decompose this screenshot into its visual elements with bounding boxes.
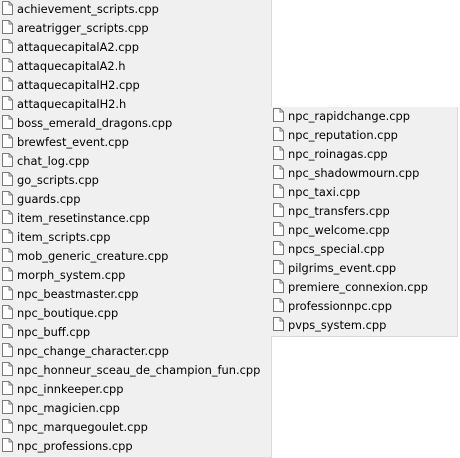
file-name: achievement_scripts.cpp (17, 2, 159, 16)
file-name: npc_magicien.cpp (17, 401, 120, 415)
file-name: npc_marquegoulet.cpp (17, 420, 148, 434)
file-name: npc_roinagas.cpp (288, 147, 388, 161)
file-name: npc_reputation.cpp (288, 128, 398, 142)
file-name: npc_professions.cpp (17, 439, 133, 453)
file-name: chat_log.cpp (17, 154, 90, 168)
file-icon (2, 419, 13, 433)
file-name: areatrigger_scripts.cpp (17, 21, 149, 35)
file-icon (273, 146, 284, 160)
file-name: npc_change_character.cpp (17, 344, 169, 358)
file-icon (2, 343, 13, 357)
file-name: mob_generic_creature.cpp (17, 249, 169, 263)
file-name: attaquecapitalA2.h (17, 59, 126, 73)
file-icon (2, 115, 13, 129)
file-icon (2, 438, 13, 452)
file-name: npc_transfers.cpp (288, 204, 390, 218)
file-name: npc_buff.cpp (17, 325, 91, 339)
file-icon (2, 1, 13, 15)
file-name: npc_taxi.cpp (288, 185, 361, 199)
file-list-left: achievement_scripts.cpp areatrigger_scrip… (0, 0, 272, 458)
file-name: brewfest_event.cpp (17, 135, 129, 149)
file-icon (273, 279, 284, 293)
file-name: npc_honneur_sceau_de_champion_fun.cpp (17, 363, 261, 377)
file-icon (2, 362, 13, 376)
file-name: npc_shadowmourn.cpp (288, 166, 420, 180)
file-icon (273, 127, 284, 141)
file-list-right: npc_rapidchange.cpp npc_reputation.cppnpc… (271, 107, 458, 337)
file-icon (2, 134, 13, 148)
file-icon (2, 39, 13, 53)
file-icon (2, 191, 13, 205)
file-icon (2, 381, 13, 395)
file-name: npc_innkeeper.cpp (17, 382, 124, 396)
file-name: npc_beastmaster.cpp (17, 287, 139, 301)
file-icon (2, 286, 13, 300)
file-icon (2, 20, 13, 34)
file-icon (273, 317, 284, 331)
file-icon (273, 222, 284, 236)
file-icon (2, 58, 13, 72)
file-name: item_resetinstance.cpp (17, 211, 150, 225)
file-icon (273, 203, 284, 217)
file-name: attaquecapitalH2.cpp (17, 78, 140, 92)
file-name: npc_boutique.cpp (17, 306, 119, 320)
file-icon (273, 241, 284, 255)
file-icon (2, 153, 13, 167)
file-icon (2, 400, 13, 414)
file-name: professionnpc.cpp (288, 299, 392, 313)
file-icon (2, 229, 13, 243)
file-icon (2, 267, 13, 281)
file-icon (2, 305, 13, 319)
file-icon (2, 96, 13, 110)
file-name: item_scripts.cpp (17, 230, 111, 244)
file-name: attaquecapitalH2.h (17, 97, 127, 111)
file-name: npcs_special.cpp (288, 242, 385, 256)
file-icon (273, 108, 284, 122)
file-name: pvps_system.cpp (288, 318, 387, 332)
file-name: npc_rapidchange.cpp (288, 109, 410, 123)
file-name: go_scripts.cpp (17, 173, 99, 187)
file-icon (273, 298, 284, 312)
file-icon (273, 260, 284, 274)
file-name: premiere_connexion.cpp (288, 280, 428, 294)
file-name: guards.cpp (17, 192, 81, 206)
file-name: boss_emerald_dragons.cpp (17, 116, 173, 130)
file-icon (2, 77, 13, 91)
file-icon (2, 324, 13, 338)
file-icon (2, 210, 13, 224)
file-name: attaquecapitalA2.cpp (17, 40, 139, 54)
file-name: npc_welcome.cpp (288, 223, 390, 237)
file-name: morph_system.cpp (17, 268, 126, 282)
file-icon (2, 248, 13, 262)
file-icon (273, 165, 284, 179)
file-name: pilgrims_event.cpp (288, 261, 397, 275)
file-icon (2, 172, 13, 186)
file-icon (273, 184, 284, 198)
